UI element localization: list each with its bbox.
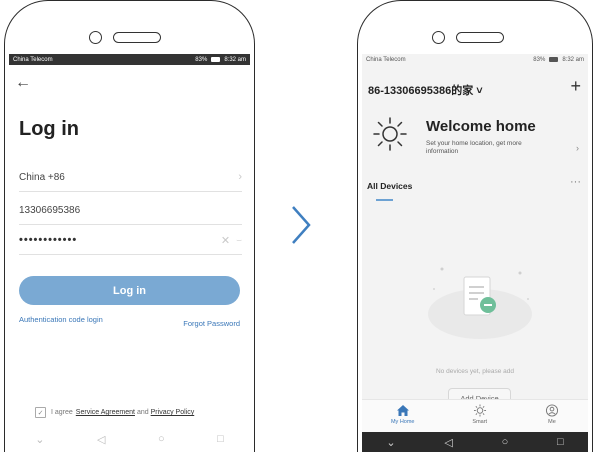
status-indicators: 83% — [533, 56, 546, 63]
status-bar: China Telecom 83% 8:32 am — [362, 54, 588, 65]
phone-value: 13306695386 — [19, 204, 81, 216]
home-screen: China Telecom 83% 8:32 am 86-13306695386… — [362, 54, 588, 452]
agree-and: and — [136, 409, 149, 416]
nav-recents-icon[interactable]: □ — [557, 436, 564, 448]
auth-code-login-link[interactable]: Authentication code login — [19, 316, 109, 324]
chevron-right-icon — [292, 206, 311, 244]
chevron-right-icon[interactable]: › — [576, 143, 579, 153]
status-time: 8:32 am — [224, 56, 246, 63]
sun-icon — [373, 117, 407, 151]
country-selector[interactable]: China +86 › — [19, 163, 242, 192]
clear-icon[interactable]: ✕ — [221, 234, 230, 247]
more-options-icon[interactable]: ··· — [570, 176, 581, 188]
password-value: •••••••••••• — [19, 234, 78, 246]
forgot-password-link[interactable]: Forgot Password — [183, 320, 240, 328]
speaker-icon — [456, 32, 504, 43]
nav-back-icon[interactable]: ◁ — [444, 436, 452, 449]
nav-home-icon[interactable]: ○ — [158, 433, 165, 445]
camera-icon — [89, 31, 102, 44]
system-nav-bar: ⌄ ◁ ○ □ — [9, 426, 250, 452]
back-arrow-icon[interactable]: ← — [15, 74, 31, 92]
nav-recents-icon[interactable]: □ — [217, 433, 224, 445]
speaker-icon — [113, 32, 161, 43]
tab-smart[interactable]: Smart — [472, 404, 487, 425]
active-tab-indicator — [376, 199, 393, 201]
camera-icon — [432, 31, 445, 44]
empty-state-text: No devices yet, please add — [435, 368, 515, 375]
login-phone-frame: China Telecom 83% 8:32 am ← Log in China… — [4, 0, 255, 452]
tab-label: Smart — [472, 419, 488, 425]
battery-icon — [211, 57, 221, 62]
tab-all-devices[interactable]: All Devices — [367, 181, 412, 191]
status-indicators: 83% — [195, 56, 208, 63]
carrier-label: China Telecom — [366, 56, 406, 63]
bottom-tab-bar: My Home Smart Me — [362, 399, 588, 433]
profile-icon — [545, 404, 559, 417]
plus-icon[interactable]: + — [570, 76, 581, 97]
nav-down-icon[interactable]: ⌄ — [35, 433, 44, 446]
tab-label: Me — [548, 419, 556, 425]
phone-field[interactable]: 13306695386 — [19, 196, 242, 225]
welcome-subtitle: Set your home location, get more informa… — [426, 140, 522, 155]
nav-home-icon[interactable]: ○ — [502, 436, 509, 448]
nav-back-icon[interactable]: ◁ — [97, 433, 105, 446]
carrier-label: China Telecom — [13, 56, 53, 63]
empty-devices-illustration — [428, 267, 532, 339]
status-bar: China Telecom 83% 8:32 am — [9, 54, 250, 65]
sun-icon — [473, 404, 486, 417]
tab-label: My Home — [390, 419, 415, 425]
system-nav-bar: ⌄ ◁ ○ □ — [362, 432, 588, 452]
country-value: China +86 — [19, 171, 65, 183]
home-icon — [396, 405, 409, 416]
battery-icon — [549, 57, 559, 62]
tab-me[interactable]: Me — [545, 404, 559, 425]
home-selector[interactable]: 86-13306695386的家 ˅ — [368, 82, 483, 98]
agreement-row: ✓ I agree Service Agreement and Privacy … — [35, 407, 194, 418]
home-phone-frame: China Telecom 83% 8:32 am 86-13306695386… — [357, 0, 593, 452]
password-field[interactable]: •••••••••••• ✕ ⌣ — [19, 226, 242, 255]
eye-closed-icon[interactable]: ⌣ — [236, 235, 242, 246]
chevron-right-icon: › — [238, 171, 242, 183]
login-screen: China Telecom 83% 8:32 am ← Log in China… — [9, 54, 250, 452]
service-agreement-link[interactable]: Service Agreement — [76, 409, 135, 416]
welcome-title: Welcome home — [426, 118, 536, 135]
status-time: 8:32 am — [562, 56, 584, 63]
nav-down-icon[interactable]: ⌄ — [386, 436, 395, 449]
tab-my-home[interactable]: My Home — [390, 404, 415, 425]
agree-checkbox[interactable]: ✓ — [35, 407, 46, 418]
privacy-policy-link[interactable]: Privacy Policy — [151, 409, 195, 416]
agree-prefix: I agree — [51, 409, 73, 416]
page-title: Log in — [19, 118, 79, 140]
login-button[interactable]: Log in — [19, 276, 240, 305]
